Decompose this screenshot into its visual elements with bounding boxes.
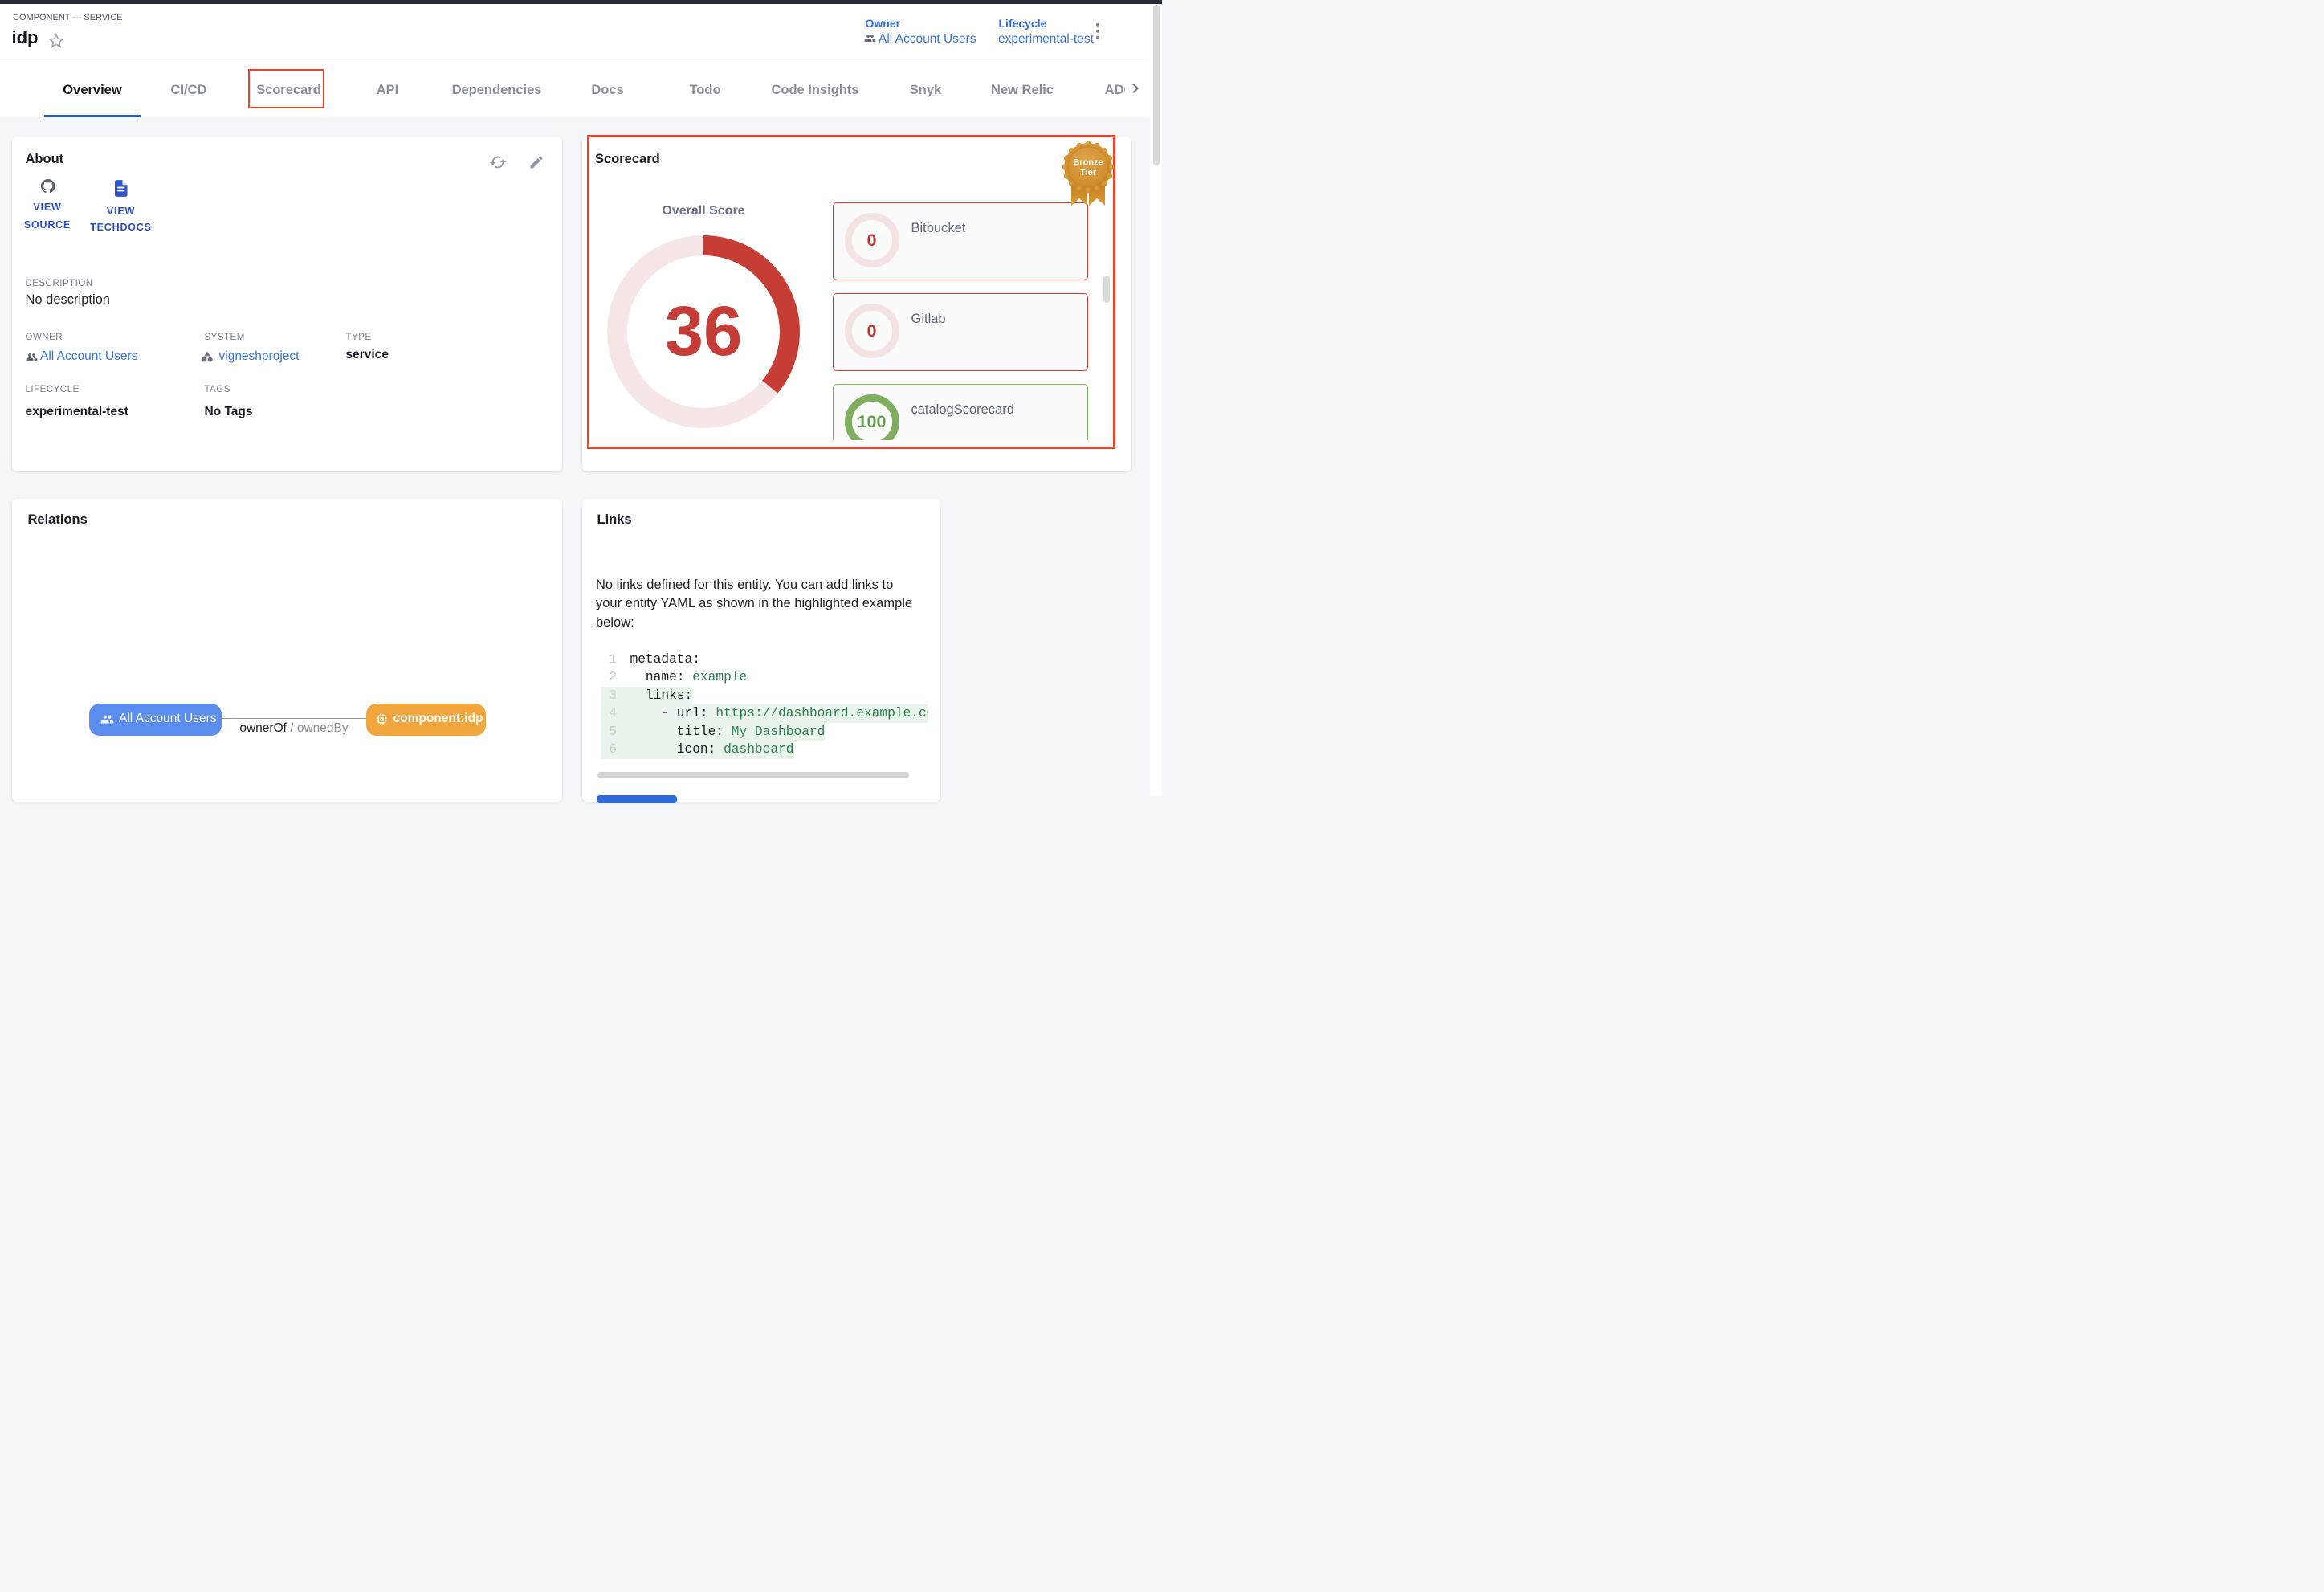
svg-text:Tier: Tier	[1080, 168, 1097, 178]
svg-text:Bronze: Bronze	[1073, 158, 1103, 168]
